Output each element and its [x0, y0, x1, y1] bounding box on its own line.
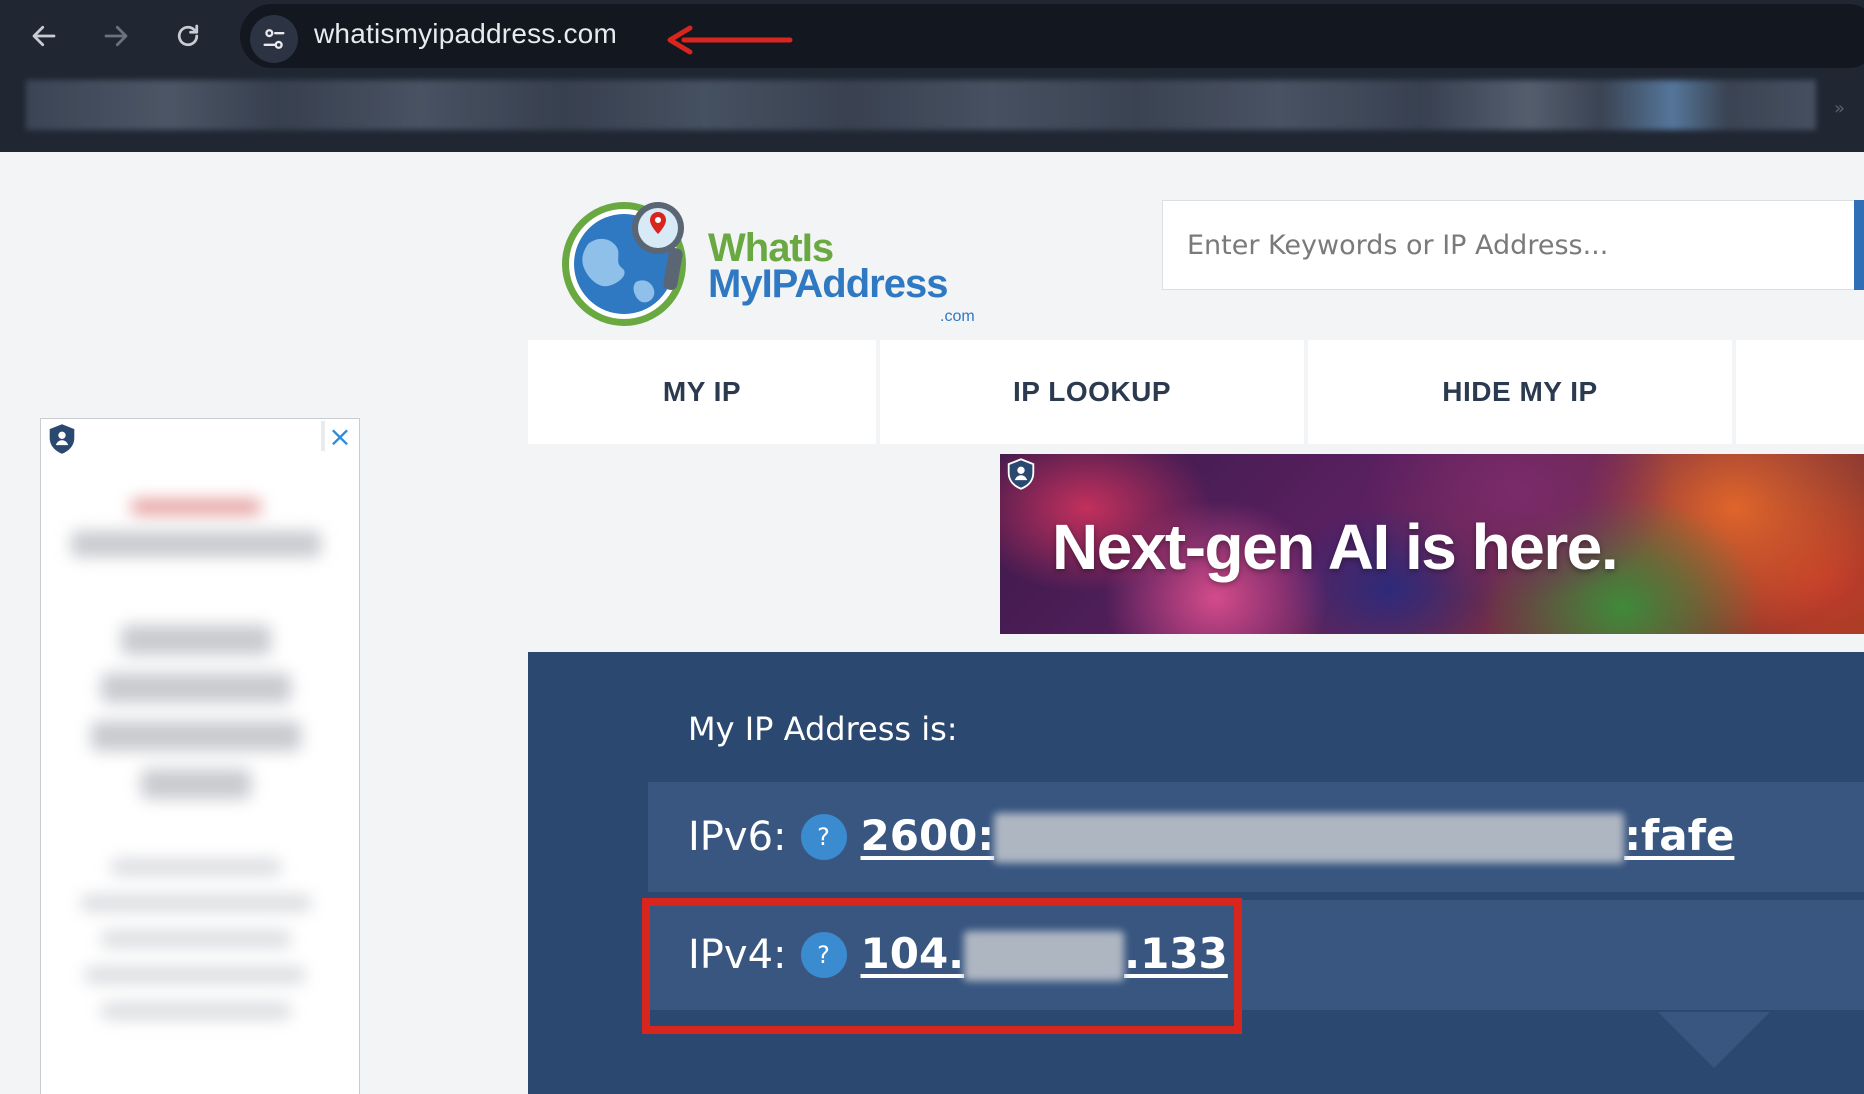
url-text[interactable]: whatismyipaddress.com	[314, 18, 617, 50]
ad-blurred-content	[101, 1003, 291, 1019]
reload-button[interactable]	[158, 14, 218, 58]
tab-hide-my-ip[interactable]: HIDE MY IP	[1308, 340, 1732, 444]
banner-headline: Next-gen AI is here.	[1052, 511, 1619, 583]
shield-icon	[49, 424, 75, 454]
panel-notch	[1658, 1012, 1770, 1068]
search-button[interactable]	[1854, 200, 1864, 290]
ad-blurred-content	[91, 721, 301, 751]
side-ad[interactable]: ×	[40, 418, 360, 1094]
ad-blurred-content	[121, 625, 271, 655]
ipv6-suffix: :fafe	[1624, 810, 1735, 860]
ad-blurred-content	[81, 895, 311, 911]
tune-icon	[263, 29, 285, 49]
ipv6-row: IPv6: ? 2600: :fafe	[648, 782, 1864, 892]
bookmarks-overflow-icon[interactable]: »	[1834, 98, 1845, 119]
tab-more[interactable]	[1736, 340, 1864, 444]
tab-my-ip[interactable]: MY IP	[528, 340, 876, 444]
ad-blurred-content	[101, 673, 291, 703]
ad-blurred-content	[141, 769, 251, 799]
ipv4-callout-box	[642, 898, 1242, 1034]
browser-chrome: whatismyipaddress.com »	[0, 0, 1864, 152]
bookmarks-bar[interactable]	[26, 80, 1816, 130]
ad-blurred-content	[101, 931, 291, 947]
logo-text-com: .com	[940, 308, 975, 325]
back-button[interactable]	[14, 14, 74, 58]
ipv6-redacted	[994, 813, 1625, 864]
main-nav: MY IP IP LOOKUP HIDE MY IP	[528, 340, 1864, 444]
ad-blurred-content	[131, 499, 261, 515]
close-icon[interactable]: ×	[321, 420, 355, 453]
ad-blurred-content	[85, 967, 305, 983]
search-input[interactable]	[1163, 201, 1863, 289]
arrow-left-icon	[32, 25, 56, 47]
ipv6-label: IPv6:	[688, 814, 787, 860]
tab-ip-lookup[interactable]: IP LOOKUP	[880, 340, 1304, 444]
globe-magnifier-icon	[562, 202, 686, 326]
ad-blurred-content	[111, 859, 281, 875]
site-logo[interactable]: WhatIs MyIPAddress .com	[558, 188, 978, 338]
site-info-button[interactable]	[250, 15, 298, 63]
banner-ad[interactable]: Next-gen AI is here.	[1000, 454, 1864, 634]
ipv6-prefix: 2600:	[860, 810, 995, 860]
search-box	[1162, 200, 1864, 290]
shield-icon	[1007, 458, 1035, 490]
ipv6-help-icon[interactable]: ?	[800, 814, 847, 860]
ipv6-value-link[interactable]: 2600: :fafe	[860, 810, 1735, 864]
arrow-right-icon	[104, 25, 128, 47]
reload-icon	[177, 24, 199, 47]
logo-text-myipaddress: MyIPAddress	[708, 262, 948, 306]
ad-blurred-content	[71, 531, 321, 557]
ip-heading: My IP Address is:	[688, 710, 958, 748]
forward-button[interactable]	[86, 14, 146, 58]
annotation-arrow-icon	[667, 25, 793, 55]
